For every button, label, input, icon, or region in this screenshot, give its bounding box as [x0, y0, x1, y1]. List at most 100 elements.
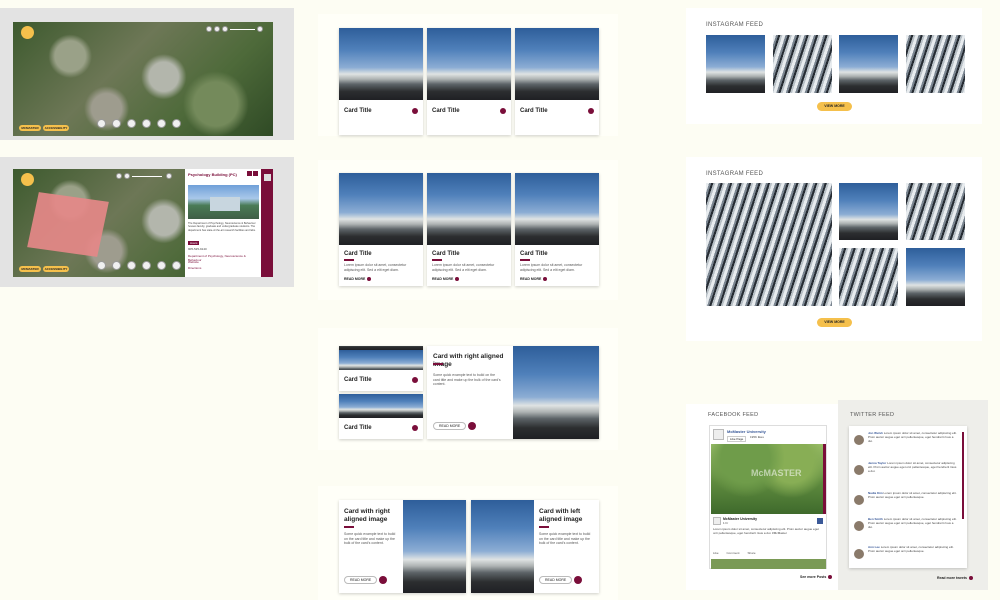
arrow-right-icon [379, 576, 388, 584]
share-icon[interactable] [247, 171, 252, 176]
avatar-icon[interactable] [263, 174, 271, 181]
card[interactable]: Card Title [515, 28, 599, 135]
view-more-button[interactable]: VIEW MORE [817, 102, 852, 111]
card[interactable]: Card Title Lorem ipsum dolor sit amet, c… [427, 173, 511, 286]
left-image-card[interactable]: Card with left aligned image Some quick … [471, 500, 599, 593]
card[interactable]: Card Title Lorem ipsum dolor sit amet, c… [515, 173, 599, 286]
more-icon[interactable] [172, 261, 181, 270]
building-info-panel: Psychology Building (PC) The Department … [185, 169, 273, 277]
buildings-icon[interactable] [97, 119, 106, 128]
read-more-button[interactable]: READ MORE [344, 576, 388, 584]
tweet: Jon Welsh Lorem ipsum dolor sit amet, co… [854, 431, 957, 458]
highlighted-building[interactable] [27, 192, 109, 257]
zoom-out-icon[interactable] [116, 173, 122, 179]
zoom-slider[interactable] [230, 29, 255, 30]
stacked-card[interactable]: Card Title [339, 394, 423, 439]
mcmaster-button[interactable]: MCMASTER [19, 125, 41, 131]
tweet: Ben Smith Lorem ipsum dolor sit amet, co… [854, 517, 957, 542]
instagram-photo-large[interactable] [706, 183, 832, 306]
like-page-button[interactable]: Like Page [727, 436, 747, 442]
parking-icon[interactable] [112, 119, 121, 128]
title-underline [344, 259, 354, 261]
post-author[interactable]: McMaster University [723, 517, 757, 521]
post-image[interactable]: McMASTER [711, 444, 826, 514]
right-image-card[interactable]: Card with right aligned image Some quick… [339, 500, 466, 593]
access-icon[interactable] [127, 119, 136, 128]
logo [21, 26, 34, 39]
avatar [854, 465, 864, 475]
tweet-list[interactable]: Jon Welsh Lorem ipsum dolor sit amet, co… [849, 426, 967, 568]
website-link[interactable]: Website [188, 260, 199, 265]
locate-icon[interactable] [222, 26, 228, 32]
card-title: Card Title [520, 251, 548, 257]
arrow-right-icon[interactable] [412, 108, 418, 114]
read-more-link[interactable]: READ MORE [344, 277, 372, 281]
read-more-link[interactable]: READ MORE [520, 277, 548, 281]
instagram-photo[interactable] [906, 35, 965, 93]
zoom-in-icon[interactable] [257, 26, 263, 32]
feed-heading: INSTAGRAM FEED [706, 171, 764, 177]
building-phone[interactable]: 905-525-9140 [188, 247, 207, 252]
page-name[interactable]: McMaster University [727, 429, 766, 434]
parking-icon[interactable] [112, 261, 121, 270]
right-image-card[interactable]: Card with right aligned image Some quick… [427, 346, 599, 439]
instagram-photo[interactable] [839, 248, 898, 306]
instagram-photo[interactable] [706, 35, 765, 93]
stacked-card[interactable]: Card Title [339, 346, 423, 391]
more-icon[interactable] [172, 119, 181, 128]
buildings-icon[interactable] [97, 261, 106, 270]
scrollbar[interactable] [962, 432, 964, 519]
card-title: Card Title [344, 425, 372, 431]
card[interactable]: Card Title [427, 28, 511, 135]
zoom-controls [206, 26, 266, 33]
layers-icon[interactable] [214, 26, 220, 32]
instagram-photo[interactable] [906, 183, 965, 240]
card[interactable]: Card Title [339, 28, 423, 135]
comment-action[interactable]: Comment [727, 551, 740, 555]
access-icon[interactable] [127, 261, 136, 270]
tweet-text: Nadia Kim Lorem ipsum dolor sit amet, co… [868, 491, 957, 499]
instagram-photo[interactable] [839, 183, 898, 240]
hours-badge[interactable]: Hours [188, 241, 200, 245]
arrow-right-icon[interactable] [412, 377, 418, 383]
mcmaster-button[interactable]: MCMASTER [19, 266, 41, 272]
instagram-photo[interactable] [906, 248, 965, 306]
directions-link[interactable]: Directions [188, 266, 201, 271]
title-underline [433, 363, 443, 365]
title-underline [539, 526, 549, 528]
food-icon[interactable] [142, 119, 151, 128]
food-icon[interactable] [142, 261, 151, 270]
read-more-button[interactable]: READ MORE [539, 576, 583, 584]
panel-side-bar [261, 169, 273, 277]
view-more-button[interactable]: VIEW MORE [817, 318, 852, 327]
arrow-right-icon[interactable] [588, 108, 594, 114]
zoom-out-icon[interactable] [206, 26, 212, 32]
campus-map[interactable]: MCMASTER ACCESSIBILITY [13, 22, 273, 136]
close-icon[interactable] [253, 171, 258, 176]
layers-icon[interactable] [124, 173, 130, 179]
arrow-right-icon[interactable] [500, 108, 506, 114]
info-icon[interactable] [157, 261, 166, 270]
facebook-widget: McMaster University Like Page 195K likes… [709, 425, 827, 569]
accessibility-button[interactable]: ACCESSIBILITY [43, 266, 69, 272]
campus-map-zoomed[interactable]: MCMASTER ACCESSIBILITY Psychology Buildi… [13, 169, 273, 277]
card[interactable]: Card Title Lorem ipsum dolor sit amet, c… [339, 173, 423, 286]
facebook-icon[interactable] [817, 518, 823, 524]
read-more-tweets-link[interactable]: Read more tweets [937, 576, 973, 580]
zoom-slider[interactable] [132, 176, 162, 177]
instagram-photo[interactable] [773, 35, 832, 93]
zoom-in-icon[interactable] [166, 173, 172, 179]
tweet: Nadia Kim Lorem ipsum dolor sit amet, co… [854, 491, 957, 514]
info-icon[interactable] [157, 119, 166, 128]
tweet-text: Jenna Taylor Lorem ipsum dolor sit amet,… [868, 461, 957, 473]
see-more-posts-link[interactable]: See more Posts [800, 575, 833, 579]
like-action[interactable]: Like [713, 551, 719, 555]
instagram-photo[interactable] [839, 35, 898, 93]
share-action[interactable]: Share [748, 551, 756, 555]
accessibility-button[interactable]: ACCESSIBILITY [43, 125, 69, 131]
read-more-link[interactable]: READ MORE [432, 277, 460, 281]
card-title: Card Title [520, 108, 548, 114]
arrow-right-icon[interactable] [412, 425, 418, 431]
read-more-button[interactable]: READ MORE [433, 422, 477, 430]
arrow-right-icon [543, 277, 548, 281]
